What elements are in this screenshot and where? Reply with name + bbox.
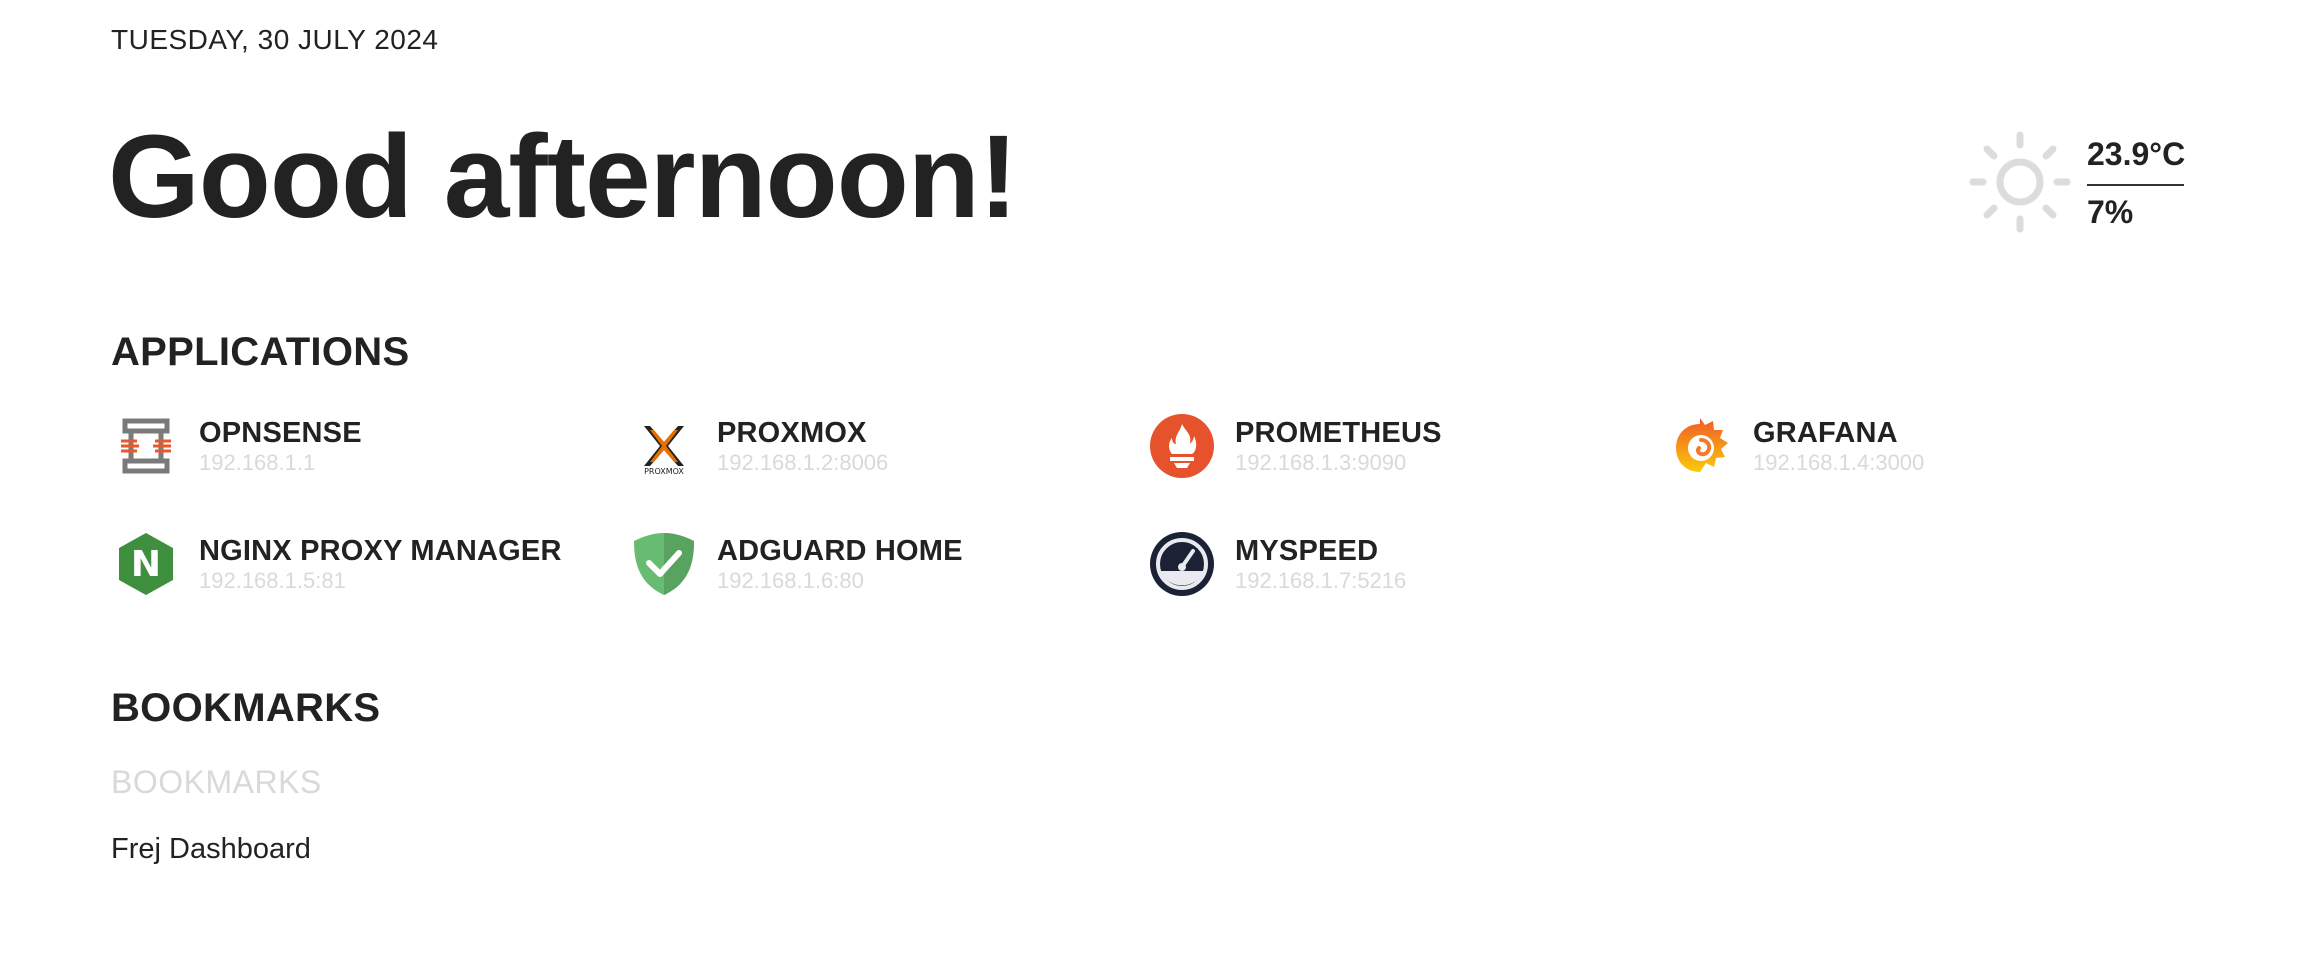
app-name: ADGUARD HOME	[717, 535, 963, 567]
app-address: 192.168.1.3:9090	[1235, 450, 1407, 475]
app-name: MYSPEED	[1235, 535, 1379, 567]
app-name: NGINX PROXY MANAGER	[199, 535, 562, 567]
app-name: GRAFANA	[1753, 417, 1898, 449]
proxmox-logo-text: PROXMOX	[644, 467, 684, 476]
app-address: 192.168.1.1	[199, 450, 316, 475]
app-prometheus[interactable]: PROMETHEUS 192.168.1.3:9090	[1147, 408, 1667, 484]
app-opnsense[interactable]: OPNSENSE 192.168.1.1	[111, 408, 631, 484]
nginx-logo-text: N	[131, 544, 161, 585]
humidity-value: 7%	[2087, 194, 2134, 230]
weather-divider	[2087, 184, 2184, 186]
bookmark-link-frej-dashboard[interactable]: Frej Dashboard	[111, 833, 311, 866]
opnsense-icon	[111, 411, 181, 481]
bookmark-group-label: BOOKMARKS	[111, 764, 322, 800]
greeting-heading: Good afternoon!	[108, 111, 1018, 243]
myspeed-icon	[1147, 529, 1217, 599]
proxmox-icon: PROXMOX	[629, 411, 699, 481]
app-grafana[interactable]: GRAFANA 192.168.1.4:3000	[1665, 408, 2185, 484]
app-nginx-proxy-manager[interactable]: N NGINX PROXY MANAGER 192.168.1.5:81	[111, 526, 631, 602]
app-address: 192.168.1.2:8006	[717, 450, 889, 475]
applications-title: APPLICATIONS	[111, 330, 410, 374]
date-label: TUESDAY, 30 JULY 2024	[111, 24, 439, 55]
app-myspeed[interactable]: MYSPEED 192.168.1.7:5216	[1147, 526, 1667, 602]
app-name: PROMETHEUS	[1235, 417, 1442, 449]
app-proxmox[interactable]: PROXMOX PROXMOX 192.168.1.2:8006	[629, 408, 1149, 484]
adguard-icon	[629, 529, 699, 599]
app-address: 192.168.1.4:3000	[1753, 450, 1925, 475]
grafana-icon	[1665, 411, 1735, 481]
weather-widget: 23.9°C 7%	[1968, 130, 2208, 240]
app-address: 192.168.1.5:81	[199, 568, 346, 593]
app-address: 192.168.1.7:5216	[1235, 568, 1407, 593]
sun-icon	[1969, 131, 2071, 233]
prometheus-icon	[1147, 411, 1217, 481]
app-name: PROXMOX	[717, 417, 867, 449]
applications-grid: OPNSENSE 192.168.1.1 PROXMOX PROXMOX 192…	[111, 408, 2211, 628]
bookmarks-title: BOOKMARKS	[111, 686, 381, 730]
nginx-icon: N	[111, 529, 181, 599]
app-adguard-home[interactable]: ADGUARD HOME 192.168.1.6:80	[629, 526, 1149, 602]
app-name: OPNSENSE	[199, 417, 362, 449]
app-address: 192.168.1.6:80	[717, 568, 864, 593]
temperature-value: 23.9°C	[2087, 136, 2186, 172]
